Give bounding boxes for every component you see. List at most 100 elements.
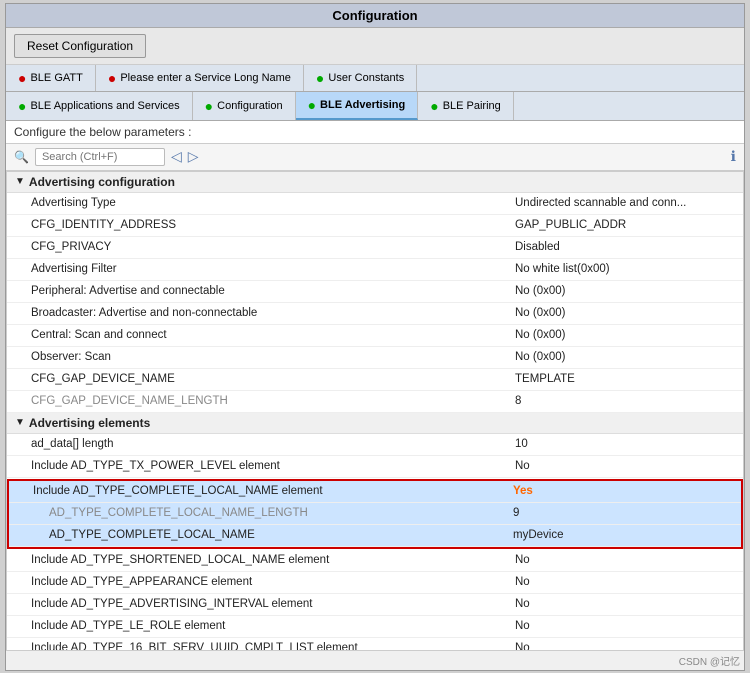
- section-advertising-elements[interactable]: ▼ Advertising elements: [7, 413, 743, 434]
- tab-status-icon: ●: [18, 70, 26, 86]
- param-value: No (0x00): [515, 285, 735, 297]
- param-value: 10: [515, 438, 735, 450]
- tab-ble-gatt[interactable]: ● BLE GATT: [6, 65, 96, 91]
- collapse-arrow: ▼: [15, 176, 25, 187]
- tab-label: Configuration: [217, 100, 282, 112]
- param-central-scan: Central: Scan and connect No (0x00): [7, 325, 743, 347]
- info-icon: ℹ: [731, 148, 736, 165]
- tab-configuration[interactable]: ● Configuration: [193, 92, 296, 120]
- main-window: Configuration Reset Configuration ● BLE …: [5, 3, 745, 671]
- param-complete-local-name: AD_TYPE_COMPLETE_LOCAL_NAME myDevice: [9, 525, 741, 547]
- param-name: CFG_GAP_DEVICE_NAME_LENGTH: [31, 395, 515, 407]
- param-name: Include AD_TYPE_SHORTENED_LOCAL_NAME ele…: [31, 554, 515, 566]
- tab-user-constants[interactable]: ● User Constants: [304, 65, 417, 91]
- tabs-row2: ● BLE Applications and Services ● Config…: [6, 92, 744, 121]
- title-bar: Configuration: [6, 4, 744, 28]
- param-cfg-privacy: CFG_PRIVACY Disabled: [7, 237, 743, 259]
- param-value: No white list(0x00): [515, 263, 735, 275]
- param-cfg-gap-device-name: CFG_GAP_DEVICE_NAME TEMPLATE: [7, 369, 743, 391]
- tab-label: BLE Advertising: [320, 99, 405, 111]
- tab-label: User Constants: [328, 72, 404, 84]
- tab-service-long-name[interactable]: ● Please enter a Service Long Name: [96, 65, 304, 91]
- tab-ble-pairing[interactable]: ● BLE Pairing: [418, 92, 514, 120]
- window-title: Configuration: [332, 8, 417, 23]
- param-advertising-filter: Advertising Filter No white list(0x00): [7, 259, 743, 281]
- param-value: Undirected scannable and conn...: [515, 197, 735, 209]
- param-broadcaster-advertise: Broadcaster: Advertise and non-connectab…: [7, 303, 743, 325]
- param-value: No: [515, 460, 735, 472]
- param-value: TEMPLATE: [515, 373, 735, 385]
- highlighted-group: Include AD_TYPE_COMPLETE_LOCAL_NAME elem…: [7, 479, 743, 549]
- tab-status-icon: ●: [18, 98, 26, 114]
- tab-status-icon: ●: [430, 98, 438, 114]
- param-value: Disabled: [515, 241, 735, 253]
- param-value: No (0x00): [515, 351, 735, 363]
- param-name: CFG_PRIVACY: [31, 241, 515, 253]
- param-value: No: [515, 642, 735, 651]
- toolbar: Reset Configuration: [6, 28, 744, 65]
- param-complete-local-name-length: AD_TYPE_COMPLETE_LOCAL_NAME_LENGTH 9: [9, 503, 741, 525]
- param-name: CFG_IDENTITY_ADDRESS: [31, 219, 515, 231]
- param-include-complete-local-name: Include AD_TYPE_COMPLETE_LOCAL_NAME elem…: [9, 481, 741, 503]
- param-name: Include AD_TYPE_LE_ROLE element: [31, 620, 515, 632]
- param-include-16bit-serv-uuid: Include AD_TYPE_16_BIT_SERV_UUID_CMPLT_L…: [7, 638, 743, 651]
- param-ad-data-length: ad_data[] length 10: [7, 434, 743, 456]
- param-include-tx-power: Include AD_TYPE_TX_POWER_LEVEL element N…: [7, 456, 743, 478]
- param-name: CFG_GAP_DEVICE_NAME: [31, 373, 515, 385]
- param-name: Central: Scan and connect: [31, 329, 515, 341]
- reset-configuration-button[interactable]: Reset Configuration: [14, 34, 146, 58]
- tab-label: Please enter a Service Long Name: [120, 72, 291, 84]
- param-name: Advertising Type: [31, 197, 515, 209]
- content-area: ▼ Advertising configuration Advertising …: [6, 171, 744, 651]
- param-observer-scan: Observer: Scan No (0x00): [7, 347, 743, 369]
- param-include-le-role: Include AD_TYPE_LE_ROLE element No: [7, 616, 743, 638]
- watermark: CSDN @记忆: [6, 651, 744, 670]
- next-button[interactable]: ▷: [188, 148, 199, 165]
- param-value: No (0x00): [515, 307, 735, 319]
- param-name: ad_data[] length: [31, 438, 515, 450]
- search-input[interactable]: [35, 148, 165, 166]
- param-value: 9: [513, 507, 733, 519]
- tabs-row1: ● BLE GATT ● Please enter a Service Long…: [6, 65, 744, 92]
- tab-ble-advertising[interactable]: ● BLE Advertising: [296, 92, 419, 120]
- param-cfg-identity-address: CFG_IDENTITY_ADDRESS GAP_PUBLIC_ADDR: [7, 215, 743, 237]
- param-name: Observer: Scan: [31, 351, 515, 363]
- search-icon: 🔍: [14, 150, 29, 164]
- param-peripheral-advertise: Peripheral: Advertise and connectable No…: [7, 281, 743, 303]
- tab-label: BLE Applications and Services: [30, 100, 179, 112]
- param-name: Advertising Filter: [31, 263, 515, 275]
- param-value: No: [515, 554, 735, 566]
- param-value: No: [515, 620, 735, 632]
- param-include-advertising-interval: Include AD_TYPE_ADVERTISING_INTERVAL ele…: [7, 594, 743, 616]
- param-name: Include AD_TYPE_ADVERTISING_INTERVAL ele…: [31, 598, 515, 610]
- param-value: No: [515, 576, 735, 588]
- prev-button[interactable]: ◁: [171, 148, 182, 165]
- param-value: myDevice: [513, 529, 733, 541]
- tab-label: BLE GATT: [30, 72, 82, 84]
- param-include-appearance: Include AD_TYPE_APPEARANCE element No: [7, 572, 743, 594]
- param-cfg-gap-device-name-length: CFG_GAP_DEVICE_NAME_LENGTH 8: [7, 391, 743, 413]
- search-bar: 🔍 ◁ ▷ ℹ: [6, 144, 744, 171]
- tab-status-icon: ●: [205, 98, 213, 114]
- tab-status-icon: ●: [108, 70, 116, 86]
- param-value: Yes: [513, 485, 733, 497]
- param-name: Include AD_TYPE_16_BIT_SERV_UUID_CMPLT_L…: [31, 642, 515, 651]
- configure-label: Configure the below parameters :: [6, 121, 744, 144]
- param-value: No: [515, 598, 735, 610]
- tab-ble-apps[interactable]: ● BLE Applications and Services: [6, 92, 193, 120]
- param-name: Broadcaster: Advertise and non-connectab…: [31, 307, 515, 319]
- param-name: Peripheral: Advertise and connectable: [31, 285, 515, 297]
- section-label: Advertising configuration: [29, 175, 175, 189]
- tab-status-icon: ●: [308, 97, 316, 113]
- param-name: Include AD_TYPE_TX_POWER_LEVEL element: [31, 460, 515, 472]
- tab-status-icon: ●: [316, 70, 324, 86]
- param-name: Include AD_TYPE_COMPLETE_LOCAL_NAME elem…: [33, 485, 513, 497]
- section-advertising-configuration[interactable]: ▼ Advertising configuration: [7, 172, 743, 193]
- param-value: No (0x00): [515, 329, 735, 341]
- param-value: 8: [515, 395, 735, 407]
- param-value: GAP_PUBLIC_ADDR: [515, 219, 735, 231]
- tab-label: BLE Pairing: [443, 100, 501, 112]
- param-name: AD_TYPE_COMPLETE_LOCAL_NAME_LENGTH: [49, 507, 513, 519]
- param-include-shortened-local-name: Include AD_TYPE_SHORTENED_LOCAL_NAME ele…: [7, 550, 743, 572]
- collapse-arrow: ▼: [15, 417, 25, 428]
